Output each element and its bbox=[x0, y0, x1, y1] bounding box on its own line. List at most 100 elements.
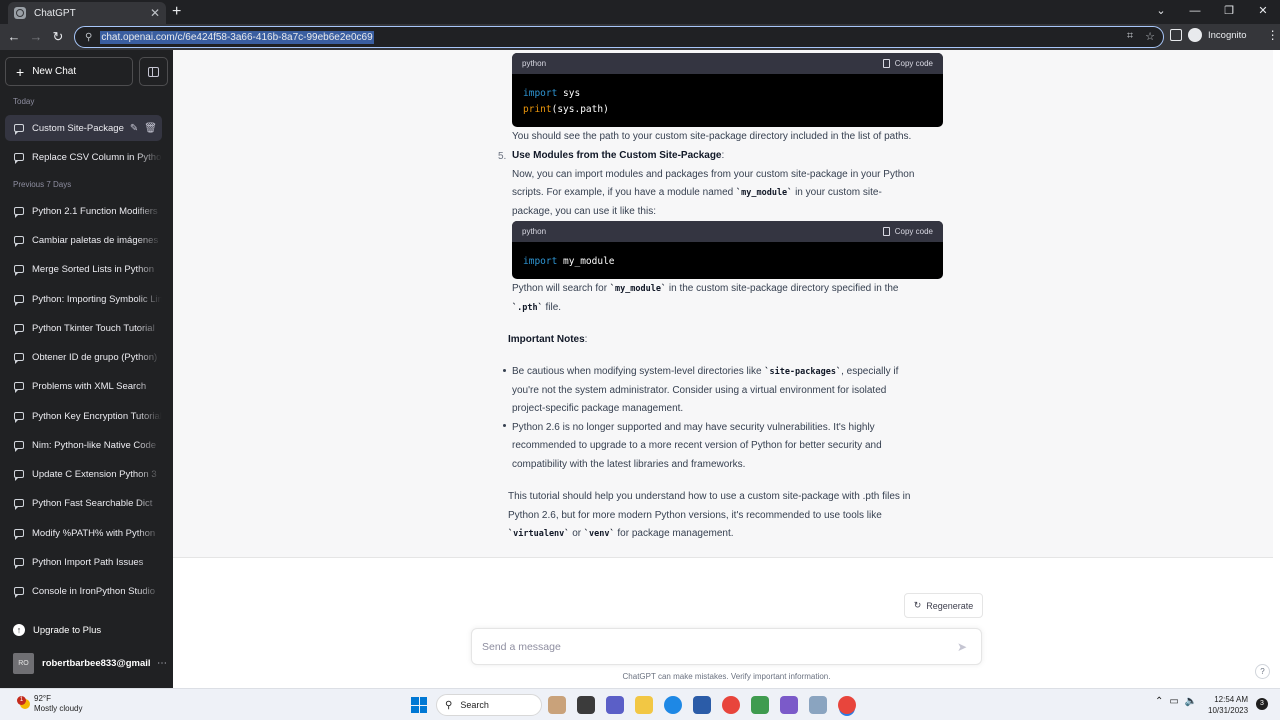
minimize-icon[interactable]: — bbox=[1178, 0, 1212, 24]
chat-item-label: Python 2.1 Function Modifiers bbox=[32, 205, 158, 217]
chat-item[interactable]: Python: Importing Symbolic Links bbox=[5, 286, 162, 312]
incognito-label[interactable]: Incognito bbox=[1208, 30, 1247, 41]
code-content: import my_module bbox=[512, 242, 943, 279]
chrome-active-icon[interactable] bbox=[838, 696, 856, 714]
chat-item-custom-site-package[interactable]: Custom Site-Package ✎ 🗑 bbox=[5, 115, 162, 141]
chat-bubble-icon bbox=[14, 207, 24, 218]
close-tab-icon[interactable]: ✕ bbox=[150, 6, 160, 20]
user-menu[interactable]: RO robertbarbee833@gmail ⋯ bbox=[13, 653, 167, 674]
reload-icon[interactable]: ↻ bbox=[49, 28, 67, 46]
copy-code-button[interactable]: Copy code bbox=[882, 59, 933, 68]
teams-icon[interactable] bbox=[606, 696, 624, 714]
bookmark-star-icon[interactable]: ☆ bbox=[1145, 30, 1155, 43]
tab-search-icon[interactable]: ⌄ bbox=[1144, 0, 1178, 24]
forward-arrow-icon[interactable]: → bbox=[27, 28, 45, 46]
paragraph-line: This tutorial should help you understand… bbox=[508, 491, 911, 502]
widget-app-icon[interactable] bbox=[548, 696, 566, 714]
notepad-icon[interactable] bbox=[751, 696, 769, 714]
chat-item[interactable]: Update C Extension Python 3 bbox=[5, 461, 162, 487]
paragraph-line: package, you can use it like this: bbox=[512, 206, 656, 217]
tab-chatgpt[interactable]: ChatGPT ✕ bbox=[8, 2, 166, 24]
volume-icon[interactable]: 🔈 bbox=[1185, 696, 1197, 707]
task-view-icon[interactable] bbox=[577, 696, 595, 714]
chat-item[interactable]: Nim: Python-like Native Code bbox=[5, 432, 162, 458]
browser-menu-icon[interactable]: ⋮ bbox=[1267, 28, 1279, 42]
upgrade-to-plus-button[interactable]: ↑ Upgrade to Plus bbox=[13, 624, 101, 636]
chat-item[interactable]: Merge Sorted Lists in Python bbox=[5, 256, 162, 282]
chat-item[interactable]: Obtener ID de grupo (Python) bbox=[5, 344, 162, 370]
windows-start-icon[interactable] bbox=[411, 697, 427, 713]
ellipsis-icon[interactable]: ⋯ bbox=[157, 658, 167, 669]
text-span: scripts. For example, if you have a modu… bbox=[512, 187, 736, 198]
paragraph-line: you're not the system administrator. Con… bbox=[512, 385, 887, 396]
close-sidebar-button[interactable] bbox=[139, 57, 168, 86]
upgrade-arrow-icon: ↑ bbox=[13, 624, 25, 636]
chat-bubble-icon bbox=[14, 124, 24, 135]
send-icon[interactable]: ➤ bbox=[957, 640, 967, 654]
bullet-icon bbox=[503, 424, 506, 427]
chat-item[interactable]: Python 2.1 Function Modifiers bbox=[5, 198, 162, 224]
message-input[interactable] bbox=[482, 640, 957, 653]
site-info-icon[interactable]: ⚲ bbox=[85, 32, 92, 43]
tab-title: ChatGPT bbox=[34, 7, 76, 19]
incognito-eye-icon[interactable]: ⌗ bbox=[1127, 30, 1133, 43]
chat-item[interactable]: Problems with XML Search bbox=[5, 373, 162, 399]
weather-temperature: 92°F bbox=[34, 694, 51, 703]
refresh-icon: ↻ bbox=[913, 600, 922, 610]
code-text: my_module bbox=[557, 256, 615, 267]
chat-item[interactable]: Python Key Encryption Tutorial bbox=[5, 403, 162, 429]
back-arrow-icon[interactable]: ← bbox=[5, 28, 23, 46]
text-span: or bbox=[569, 528, 584, 539]
search-label: Search bbox=[460, 700, 489, 710]
main-panel: python Copy code import sys print(sys.pa… bbox=[173, 50, 1280, 688]
restore-icon[interactable]: ❐ bbox=[1212, 0, 1246, 24]
chat-item-label: Python Fast Searchable Dict bbox=[32, 497, 153, 509]
url-text[interactable]: chat.openai.com/c/6e424f58-3a66-416b-8a7… bbox=[100, 30, 374, 44]
weather-widget[interactable]: 1 92°F Mostly cloudy bbox=[17, 694, 82, 714]
side-panel-icon[interactable] bbox=[1170, 29, 1182, 41]
code-text: (sys.path) bbox=[551, 104, 609, 115]
chat-item[interactable]: Modify %PATH% with Python bbox=[5, 520, 162, 546]
new-tab-button[interactable]: + bbox=[172, 2, 181, 22]
edge-icon[interactable] bbox=[664, 696, 682, 714]
chat-bubble-icon bbox=[14, 470, 24, 481]
delete-chat-icon[interactable]: 🗑 bbox=[144, 123, 157, 134]
edit-title-icon[interactable]: ✎ bbox=[130, 123, 138, 134]
paragraph-line: recommended to upgrade to a more recent … bbox=[512, 440, 882, 451]
clock[interactable]: 12:54 AM 10/31/2023 bbox=[1208, 694, 1248, 716]
chat-item[interactable]: Python Fast Searchable Dict bbox=[5, 490, 162, 516]
copy-code-button[interactable]: Copy code bbox=[882, 227, 933, 236]
step-heading: Use Modules from the Custom Site-Package… bbox=[512, 150, 725, 161]
chat-item[interactable]: Python Import Path Issues bbox=[5, 549, 162, 575]
address-bar[interactable]: ⚲ chat.openai.com/c/6e424f58-3a66-416b-8… bbox=[74, 26, 1164, 48]
chat-item[interactable]: Replace CSV Column in Python bbox=[5, 144, 162, 170]
incognito-icon[interactable] bbox=[1188, 28, 1202, 42]
close-window-icon[interactable]: ✕ bbox=[1246, 0, 1280, 24]
chat-item[interactable]: Cambiar paletas de imágenes bbox=[5, 227, 162, 253]
system-tray: ⌃ ▭ 🔈 bbox=[1155, 696, 1197, 707]
chat-bubble-icon bbox=[14, 295, 24, 306]
network-icon[interactable]: ▭ bbox=[1169, 696, 1178, 707]
inline-code: `my_module` bbox=[609, 284, 667, 294]
file-explorer-icon[interactable] bbox=[635, 696, 653, 714]
taskbar-search[interactable]: ⚲ Search bbox=[436, 694, 542, 716]
message-composer[interactable]: ➤ bbox=[471, 628, 982, 665]
app-icon[interactable] bbox=[809, 696, 827, 714]
regenerate-button[interactable]: ↻ Regenerate bbox=[904, 593, 983, 618]
text-span: in the custom site-package directory spe… bbox=[666, 283, 899, 294]
chat-item[interactable]: Console in IronPython Studio bbox=[5, 578, 162, 604]
paragraph-line: project-specific package management. bbox=[512, 403, 684, 414]
new-chat-button[interactable]: + New Chat bbox=[5, 57, 133, 86]
step-title: Use Modules from the Custom Site-Package bbox=[512, 150, 722, 161]
store-icon[interactable] bbox=[693, 696, 711, 714]
chrome-icon[interactable] bbox=[722, 696, 740, 714]
app-icon[interactable] bbox=[780, 696, 798, 714]
chevron-up-icon[interactable]: ⌃ bbox=[1155, 696, 1163, 707]
weather-sun-icon: 1 bbox=[17, 696, 30, 709]
inline-code: `my_module` bbox=[736, 188, 793, 198]
notification-count[interactable]: 3 bbox=[1256, 698, 1268, 710]
chat-item[interactable]: Python Tkinter Touch Tutorial bbox=[5, 315, 162, 341]
chat-bubble-icon bbox=[14, 587, 24, 598]
help-button[interactable]: ? bbox=[1255, 664, 1270, 679]
code-language: python bbox=[522, 227, 547, 236]
